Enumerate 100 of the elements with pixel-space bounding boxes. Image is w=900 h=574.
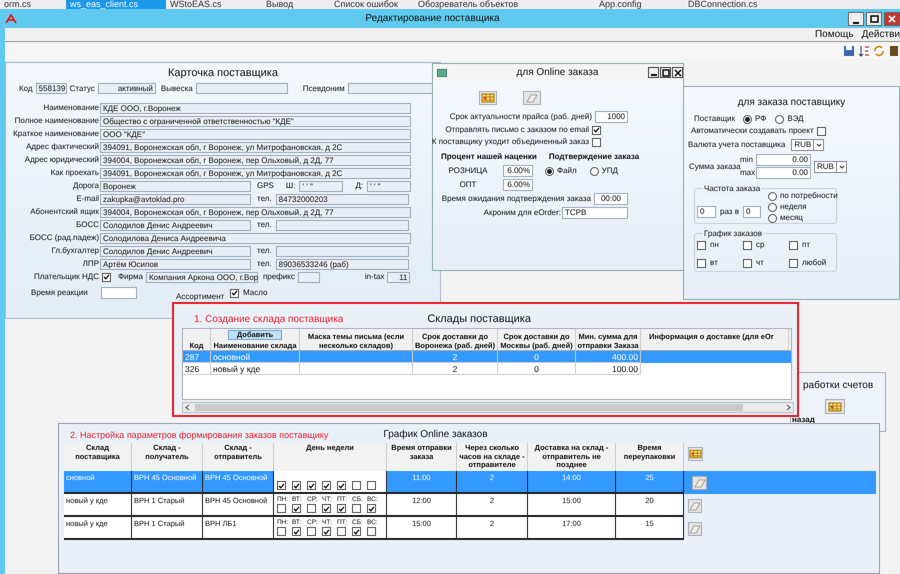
ide-tab[interactable]: DBConnection.cs xyxy=(684,0,804,9)
text-field[interactable]: Артём Юсипов xyxy=(100,258,251,270)
text-field[interactable]: 394004, Воронежская обл, г Воронеж, пер Ольховый, д 2Д, 77 xyxy=(100,154,411,166)
checkbox[interactable] xyxy=(307,527,316,536)
text-field[interactable]: Солодилова Дениса Андреевича xyxy=(100,232,411,244)
text-field[interactable]: Солодилов Денис Андреевич xyxy=(100,246,251,256)
text-field[interactable]: 394091, Воронежская обл, г Воронеж, ул Митрофановская, д 2С xyxy=(100,142,411,152)
text-field[interactable]: 0 xyxy=(697,206,716,218)
checkbox[interactable] xyxy=(277,504,286,513)
text-field[interactable]: 0.00 xyxy=(756,167,811,179)
text-field[interactable]: Воронеж xyxy=(100,180,251,192)
horizontal-scrollbar[interactable] xyxy=(182,402,794,413)
text-field[interactable]: ТСРВ xyxy=(562,207,628,219)
checkbox[interactable] xyxy=(230,288,239,298)
checkbox[interactable] xyxy=(307,481,316,490)
checkbox[interactable] xyxy=(592,138,601,146)
text-field[interactable]: zakupka@avtoklad.pro xyxy=(100,194,251,204)
radio-button[interactable] xyxy=(545,166,554,176)
menu-item[interactable]: Действи xyxy=(862,28,900,41)
scrollbar-thumb[interactable] xyxy=(195,404,743,411)
checkbox[interactable] xyxy=(322,527,331,536)
text-field[interactable]: ' ' " xyxy=(299,180,344,192)
text-field[interactable]: 89036533246 (раб) xyxy=(276,258,409,270)
checkbox[interactable] xyxy=(743,240,752,250)
dropdown[interactable]: RUB xyxy=(791,139,824,151)
maximize-button[interactable] xyxy=(866,12,882,26)
radio-button[interactable] xyxy=(743,114,752,124)
field-label: max xyxy=(740,168,754,178)
text-field[interactable]: 00:00 xyxy=(594,193,628,205)
checkbox[interactable] xyxy=(352,481,361,490)
text-field[interactable]: Общество с ограниченной ответственностью "КДЕ" xyxy=(100,116,411,126)
checkbox[interactable] xyxy=(743,258,752,268)
checkbox[interactable] xyxy=(592,126,601,134)
checkbox[interactable] xyxy=(367,481,376,490)
checkbox[interactable] xyxy=(789,240,798,250)
text-field[interactable] xyxy=(276,246,409,256)
checkbox[interactable] xyxy=(102,272,111,282)
checkbox[interactable] xyxy=(337,527,346,536)
text-field[interactable]: 11 xyxy=(387,272,410,282)
checkbox[interactable] xyxy=(367,527,376,536)
text-field[interactable]: 0.00 xyxy=(756,154,811,166)
dropdown[interactable]: RUB xyxy=(814,160,847,172)
ide-tab[interactable]: orm.cs xyxy=(0,0,66,9)
text-field[interactable]: ООО "КДЕ" xyxy=(100,128,411,140)
maximize-button[interactable] xyxy=(660,67,671,78)
text-field[interactable]: Компания Аркона ООО, г.Вор xyxy=(146,272,258,282)
minimize-button[interactable] xyxy=(848,12,864,26)
checkbox[interactable] xyxy=(352,504,361,513)
ide-tab[interactable]: App.config xyxy=(595,0,684,9)
grid-add-button[interactable] xyxy=(825,399,845,414)
text-field[interactable]: 0 xyxy=(742,206,761,218)
close-button[interactable] xyxy=(672,67,683,78)
radio-button[interactable] xyxy=(768,192,777,200)
text-field[interactable]: 6.00% xyxy=(503,165,533,177)
text-field[interactable]: 394004, Воронежская обл, г Воронеж, пер Ольховый, д 2Д, 77 xyxy=(100,206,411,218)
text-field[interactable]: 558139 xyxy=(36,83,67,94)
text-field[interactable]: 1000 xyxy=(595,111,628,123)
grid-add-button[interactable] xyxy=(479,91,497,105)
checkbox[interactable] xyxy=(337,504,346,513)
checkbox[interactable] xyxy=(277,481,286,490)
checkbox[interactable] xyxy=(697,258,706,268)
radio-button[interactable] xyxy=(768,214,777,222)
checkbox[interactable] xyxy=(816,126,826,136)
checkbox[interactable] xyxy=(307,504,316,513)
grid-add-button[interactable] xyxy=(688,447,703,461)
text-field[interactable]: Солодилов Денис Андреевич xyxy=(100,220,251,230)
ide-tab[interactable]: Обозреватель объектов xyxy=(414,0,595,9)
checkbox[interactable] xyxy=(337,481,346,490)
checkbox[interactable] xyxy=(789,258,798,268)
radio-button[interactable] xyxy=(775,114,784,124)
text-field[interactable] xyxy=(348,83,433,94)
text-field[interactable]: 6.00% xyxy=(503,179,533,191)
checkbox[interactable] xyxy=(322,504,331,513)
text-field[interactable]: ' ' " xyxy=(367,180,412,192)
text-field[interactable]: КДЕ ООО, г.Воронеж xyxy=(100,102,411,114)
checkbox[interactable] xyxy=(292,481,301,490)
checkbox[interactable] xyxy=(277,527,286,536)
radio-button[interactable] xyxy=(768,202,777,212)
text-field[interactable] xyxy=(101,287,137,299)
text-field[interactable] xyxy=(196,83,288,94)
ide-tab[interactable]: Вывод xyxy=(262,0,330,9)
text-field[interactable]: 84732000203 xyxy=(276,194,409,204)
checkbox[interactable] xyxy=(352,527,361,536)
radio-button[interactable] xyxy=(590,166,599,176)
save-icon[interactable] xyxy=(843,45,855,57)
checkbox[interactable] xyxy=(292,527,301,536)
checkbox[interactable] xyxy=(367,504,376,513)
text-field[interactable]: активный xyxy=(98,83,156,94)
minimize-button[interactable] xyxy=(648,67,659,78)
ide-tab[interactable]: WStoEAS.cs xyxy=(166,0,262,9)
checkbox[interactable] xyxy=(292,504,301,513)
text-field[interactable] xyxy=(298,272,320,282)
checkbox[interactable] xyxy=(322,481,331,490)
menu-item[interactable]: Помощь xyxy=(814,28,854,41)
text-field[interactable]: 394091, Воронежская обл, г Воронеж, ул Митрофановская, д 2С xyxy=(100,168,411,178)
text-field[interactable] xyxy=(276,220,409,230)
ide-tab[interactable]: Список ошибок xyxy=(330,0,414,9)
checkbox[interactable] xyxy=(697,240,706,250)
book-icon[interactable] xyxy=(888,45,900,57)
sort-icon[interactable] xyxy=(858,45,870,57)
